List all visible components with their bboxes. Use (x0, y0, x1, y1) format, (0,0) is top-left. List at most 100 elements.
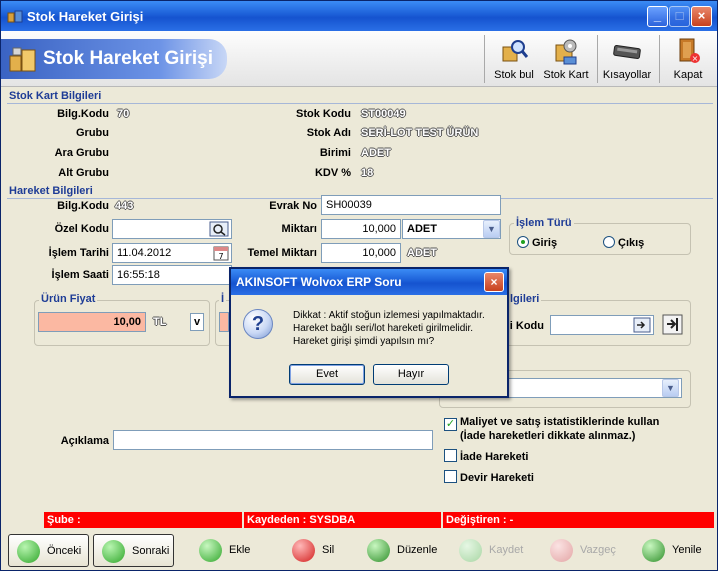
urun-fiyat-input[interactable]: 10,00 (38, 312, 146, 332)
find-stock-icon (502, 40, 528, 62)
stok-kodu-value: ST00049 (361, 108, 406, 120)
alt-grubu-label: Alt Grubu (58, 167, 109, 179)
status-bar: Şube : Kaydeden : SYSDBA Değiştiren : - (44, 512, 714, 528)
radio-unselected-icon (603, 236, 615, 248)
evet-button[interactable]: Evet (289, 364, 365, 385)
birimi-value: ADET (361, 147, 391, 159)
open-record-icon[interactable] (662, 314, 683, 335)
svg-text:×: × (692, 54, 699, 63)
dialog-titlebar[interactable]: AKINSOFT Wolvox ERP Soru (231, 269, 507, 295)
checkmark-icon: ✓ (444, 418, 457, 431)
arrow-left-icon (17, 540, 40, 563)
dialog-message-line: Hareket girişi şimdi yapılsın mı? (293, 336, 435, 347)
giris-radio[interactable]: Giriş (517, 236, 557, 249)
ekle-button[interactable]: Ekle (191, 534, 263, 567)
birimi-label: Birimi (319, 147, 351, 159)
section-divider (7, 103, 713, 104)
bottom-toolbar: Önceki Sonraki Ekle Sil Düzenle Kaydet V… (1, 530, 717, 570)
close-button[interactable]: × (691, 6, 712, 27)
checkmark-icon (459, 539, 482, 562)
degistiren-status: Değiştiren : - (446, 514, 514, 526)
app-icon (7, 10, 23, 23)
status-divider (441, 512, 443, 528)
iade-checkbox[interactable]: İade Hareketi (444, 449, 528, 463)
stock-card-icon (555, 39, 577, 65)
stok-bilg-kodu-value: 70 (117, 108, 130, 120)
hayir-button[interactable]: Hayır (373, 364, 449, 385)
dialog-message: Dikkat : Aktif stoğun izlemesi yapılmakt… (293, 309, 505, 348)
right-panel-title: lgileri (508, 293, 542, 305)
temel-birim-value: ADET (407, 247, 437, 259)
radio-selected-icon (517, 236, 529, 248)
stok-bilg-kodu-label: Bilg.Kodu (57, 108, 109, 120)
maximize-button[interactable]: □ (669, 6, 690, 27)
lookup-icon[interactable] (209, 221, 229, 237)
plus-icon (199, 539, 222, 562)
refresh-icon (642, 539, 665, 562)
stock-boxes-icon (9, 47, 36, 72)
yenile-button[interactable]: Yenile (634, 534, 712, 567)
stok-hareket-window: Stok Hareket Girişi _ □ × Stok Hareket G… (0, 0, 718, 571)
stok-kart-section-title: Stok Kart Bilgileri (9, 90, 102, 102)
kdv-label: KDV % (314, 167, 351, 179)
sil-button[interactable]: Sil (284, 534, 344, 567)
dialog-close-button[interactable]: × (484, 272, 504, 292)
islem-saati-input[interactable]: 16:55:18 (112, 265, 232, 285)
urun-fiyat-title: Ürün Fiyat (39, 293, 98, 305)
devir-checkbox[interactable]: Devir Hareketi (444, 470, 534, 484)
stok-kodu-label: Stok Kodu (296, 108, 351, 120)
kaydet-button[interactable]: Kaydet (451, 534, 531, 567)
evrak-no-input[interactable]: SH00039 (321, 195, 501, 215)
kdv-value: 18 (361, 167, 374, 179)
checkbox-empty-icon (444, 449, 457, 462)
exit-door-icon: × (679, 38, 700, 63)
currency-select-button[interactable]: v (190, 313, 204, 331)
kaydeden-status: Kaydeden : SYSDBA (247, 514, 356, 526)
minimize-button[interactable]: _ (647, 6, 668, 27)
currency-label: TL (153, 316, 167, 328)
chevron-down-icon[interactable]: ▼ (483, 220, 500, 238)
onceki-button[interactable]: Önceki (8, 534, 89, 567)
arrow-right-icon (102, 540, 125, 563)
aciklama-label: Açıklama (60, 435, 109, 447)
hidden-panel-title: İ (219, 293, 227, 305)
islem-turu-title: İşlem Türü (514, 217, 574, 229)
hareket-section-title: Hareket Bilgileri (9, 185, 93, 197)
calendar-icon[interactable]: 7 (213, 245, 229, 261)
ara-grubu-label: Ara Grubu (54, 147, 109, 159)
kodu-label: i Kodu (509, 320, 544, 332)
dialog-title: AKINSOFT Wolvox ERP Soru (236, 275, 402, 289)
window-titlebar[interactable]: Stok Hareket Girişi _ □ × (1, 1, 717, 31)
checkbox-empty-icon (444, 470, 457, 483)
chevron-down-icon[interactable]: ▼ (662, 379, 679, 397)
ozel-kodu-label: Özel Kodu (54, 223, 109, 235)
islem-tarihi-label: İşlem Tarihi (48, 247, 109, 259)
dialog-message-line: Hareket bağlı seri/lot hareketi girilmel… (293, 323, 474, 334)
miktari-input[interactable]: 10,000 (321, 219, 401, 239)
hareket-bilg-kodu-value: 443 (115, 200, 134, 212)
aciklama-input[interactable] (113, 430, 433, 450)
stok-adi-value: SERİ-LOT TEST ÜRÜN (361, 127, 479, 139)
keyboard-icon (613, 44, 641, 60)
miktari-label: Miktarı (281, 223, 317, 235)
kapat-button[interactable]: × Kapat (659, 35, 717, 85)
kisayollar-button[interactable]: Kısayollar (598, 35, 656, 85)
svg-text:7: 7 (218, 252, 223, 261)
confirm-dialog: AKINSOFT Wolvox ERP Soru × ? Dikkat : Ak… (229, 267, 509, 398)
lookup-icon[interactable] (633, 317, 651, 333)
hidden-price-input[interactable] (219, 312, 229, 332)
question-icon: ? (243, 309, 273, 339)
stok-bul-button[interactable]: Stok bul (485, 35, 543, 85)
cikis-radio[interactable]: Çıkış (603, 236, 644, 249)
minus-icon (292, 539, 315, 562)
dialog-message-line: Dikkat : Aktif stoğun izlemesi yapılmakt… (293, 310, 485, 321)
maliyet-note: (İade hareketleri dikkate alınmaz.) (460, 430, 636, 442)
temel-miktari-input[interactable]: 10,000 (321, 243, 401, 263)
sonraki-button[interactable]: Sonraki (93, 534, 174, 567)
maliyet-checkbox[interactable]: ✓ Maliyet ve satış istatistiklerinde kull… (444, 416, 704, 431)
vazgec-button[interactable]: Vazgeç (542, 534, 622, 567)
header-banner: Stok Hareket Girişi Stok bul Stok Kart K… (1, 31, 717, 87)
grubu-label: Grubu (76, 127, 109, 139)
duzenle-button[interactable]: Düzenle (359, 534, 443, 567)
stok-kart-button[interactable]: Stok Kart (537, 35, 595, 85)
